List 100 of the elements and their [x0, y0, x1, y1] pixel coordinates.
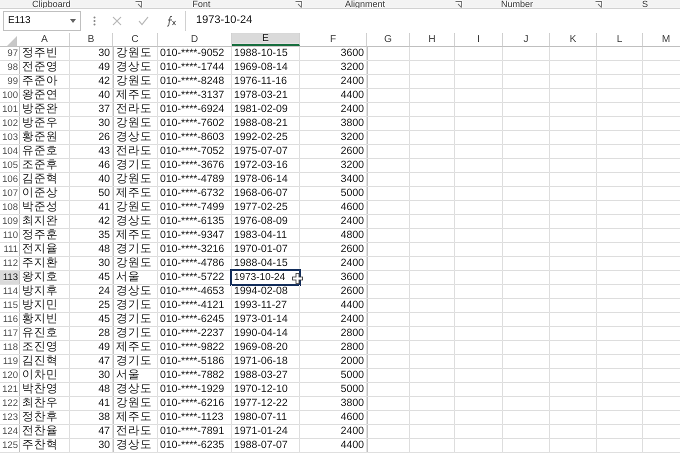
- table-cell-text: 010-****-5186: [159, 355, 226, 368]
- table-cell-text: 황지빈: [21, 313, 59, 326]
- table-cell-text: 5000: [340, 369, 365, 382]
- column-header[interactable]: G: [367, 33, 410, 46]
- column-header[interactable]: E: [232, 33, 300, 46]
- dialog-launcher-icon[interactable]: [135, 0, 142, 8]
- table-cell-text: 25: [97, 299, 111, 312]
- table-cell-text: 경기도: [115, 313, 153, 326]
- column-header[interactable]: C: [113, 33, 158, 46]
- row-header[interactable]: 120: [0, 369, 20, 382]
- row-header[interactable]: 125: [0, 439, 20, 452]
- table-cell-text: 2400: [340, 257, 365, 270]
- row-header[interactable]: 117: [0, 327, 20, 340]
- table-cell-text: 1988-08-21: [233, 117, 289, 130]
- row-header[interactable]: 118: [0, 341, 20, 354]
- row-header[interactable]: 119: [0, 355, 20, 368]
- table-cell-text: 조준후: [21, 159, 59, 172]
- table-cell-text: 강원도: [115, 173, 153, 186]
- row-header[interactable]: 101: [0, 103, 20, 116]
- table-cell-text: 010-****-8603: [159, 131, 226, 144]
- table-cell-text: 3400: [340, 173, 365, 186]
- table-cell-text: 24: [97, 285, 111, 298]
- row-header[interactable]: 105: [0, 159, 20, 172]
- table-cell-text: 2000: [340, 355, 365, 368]
- table-cell-text: 전라도: [115, 425, 153, 438]
- table-cell-text: 3200: [340, 131, 365, 144]
- table-cell-text: 010-****-6924: [159, 103, 226, 116]
- enter-check-icon[interactable]: [138, 16, 149, 26]
- table-cell-text: 경상도: [115, 131, 153, 144]
- row-header[interactable]: 109: [0, 215, 20, 228]
- table-cell-text: 강원도: [115, 257, 153, 270]
- row-header[interactable]: 122: [0, 397, 20, 410]
- ribbon-group-label: Alignment: [344, 0, 386, 8]
- table-cell-text: 2400: [340, 215, 365, 228]
- row-header[interactable]: 111: [0, 243, 20, 256]
- row-header[interactable]: 113: [0, 271, 20, 284]
- column-header[interactable]: A: [20, 33, 70, 46]
- table-cell-text: 1977-12-22: [233, 397, 289, 410]
- table-cell-text: 2600: [340, 145, 365, 158]
- row-header[interactable]: 112: [0, 257, 20, 270]
- table-cell-text: 43: [97, 145, 111, 158]
- table-cell-text: 40: [97, 89, 111, 102]
- formula-input[interactable]: 1973-10-24: [185, 10, 677, 31]
- table-cell-text: 제주도: [115, 341, 153, 354]
- table-cell-text: 1972-03-16: [233, 159, 289, 172]
- row-header[interactable]: 124: [0, 425, 20, 438]
- table-cell-text: 유준호: [21, 145, 59, 158]
- row-header[interactable]: 106: [0, 173, 20, 186]
- table-cell-text: 주지환: [21, 257, 59, 270]
- table-cell-text: 010-****-9052: [159, 47, 226, 60]
- table-cell-text: 경상도: [115, 61, 153, 74]
- dialog-launcher-icon[interactable]: [454, 0, 462, 8]
- column-header[interactable]: B: [70, 33, 113, 46]
- table-cell-text: 26: [97, 131, 111, 144]
- row-header[interactable]: 104: [0, 145, 20, 158]
- table-cell-text: 강원도: [115, 117, 153, 130]
- table-cell-text: 조진영: [21, 341, 59, 354]
- row-header[interactable]: 100: [0, 89, 20, 102]
- name-box[interactable]: E113: [3, 10, 81, 31]
- table-cell-text: 010-****-8248: [159, 75, 226, 88]
- table-cell-text: 4600: [340, 201, 365, 214]
- column-header[interactable]: H: [410, 33, 455, 46]
- dialog-launcher-icon[interactable]: [594, 0, 602, 8]
- row-header[interactable]: 102: [0, 117, 20, 130]
- column-header[interactable]: K: [550, 33, 597, 46]
- more-options-icon[interactable]: [93, 16, 96, 26]
- table-cell-text: 40: [97, 173, 111, 186]
- table-cell-text: 방지민: [21, 299, 59, 312]
- table-cell-text: 30: [97, 47, 111, 60]
- dialog-launcher-icon[interactable]: [295, 0, 302, 8]
- table-cell-text: 2600: [340, 285, 365, 298]
- row-header[interactable]: 97: [0, 47, 20, 60]
- column-header[interactable]: I: [455, 33, 503, 46]
- row-header[interactable]: 116: [0, 313, 20, 326]
- row-header[interactable]: 108: [0, 201, 20, 214]
- table-cell-text: 010-****-7602: [159, 117, 226, 130]
- table-cell-text: 1977-02-25: [233, 201, 289, 214]
- row-header[interactable]: 107: [0, 187, 20, 200]
- row-header[interactable]: 121: [0, 383, 20, 396]
- table-cell-text: 010-****-5722: [159, 271, 226, 284]
- table-cell-text: 최찬우: [21, 397, 59, 410]
- table-cell-text: 제주도: [115, 187, 153, 200]
- row-header[interactable]: 115: [0, 299, 20, 312]
- column-header[interactable]: J: [503, 33, 550, 46]
- table-cell-text: 왕준연: [21, 89, 59, 102]
- row-header[interactable]: 103: [0, 131, 20, 144]
- table-cell-text: 010-****-4786: [159, 257, 226, 270]
- column-header[interactable]: F: [300, 33, 367, 46]
- table-cell-text: 50: [97, 187, 111, 200]
- column-header[interactable]: M: [643, 33, 680, 46]
- row-header[interactable]: 123: [0, 411, 20, 424]
- row-header[interactable]: 114: [0, 285, 20, 298]
- table-cell-text: 경상도: [115, 285, 153, 298]
- column-header[interactable]: L: [597, 33, 643, 46]
- table-cell-text: 경기도: [115, 299, 153, 312]
- row-header[interactable]: 99: [0, 75, 20, 88]
- row-header[interactable]: 110: [0, 229, 20, 242]
- function-icon[interactable]: [165, 14, 177, 27]
- table-cell-text: 28: [97, 327, 111, 340]
- row-header[interactable]: 98: [0, 61, 20, 74]
